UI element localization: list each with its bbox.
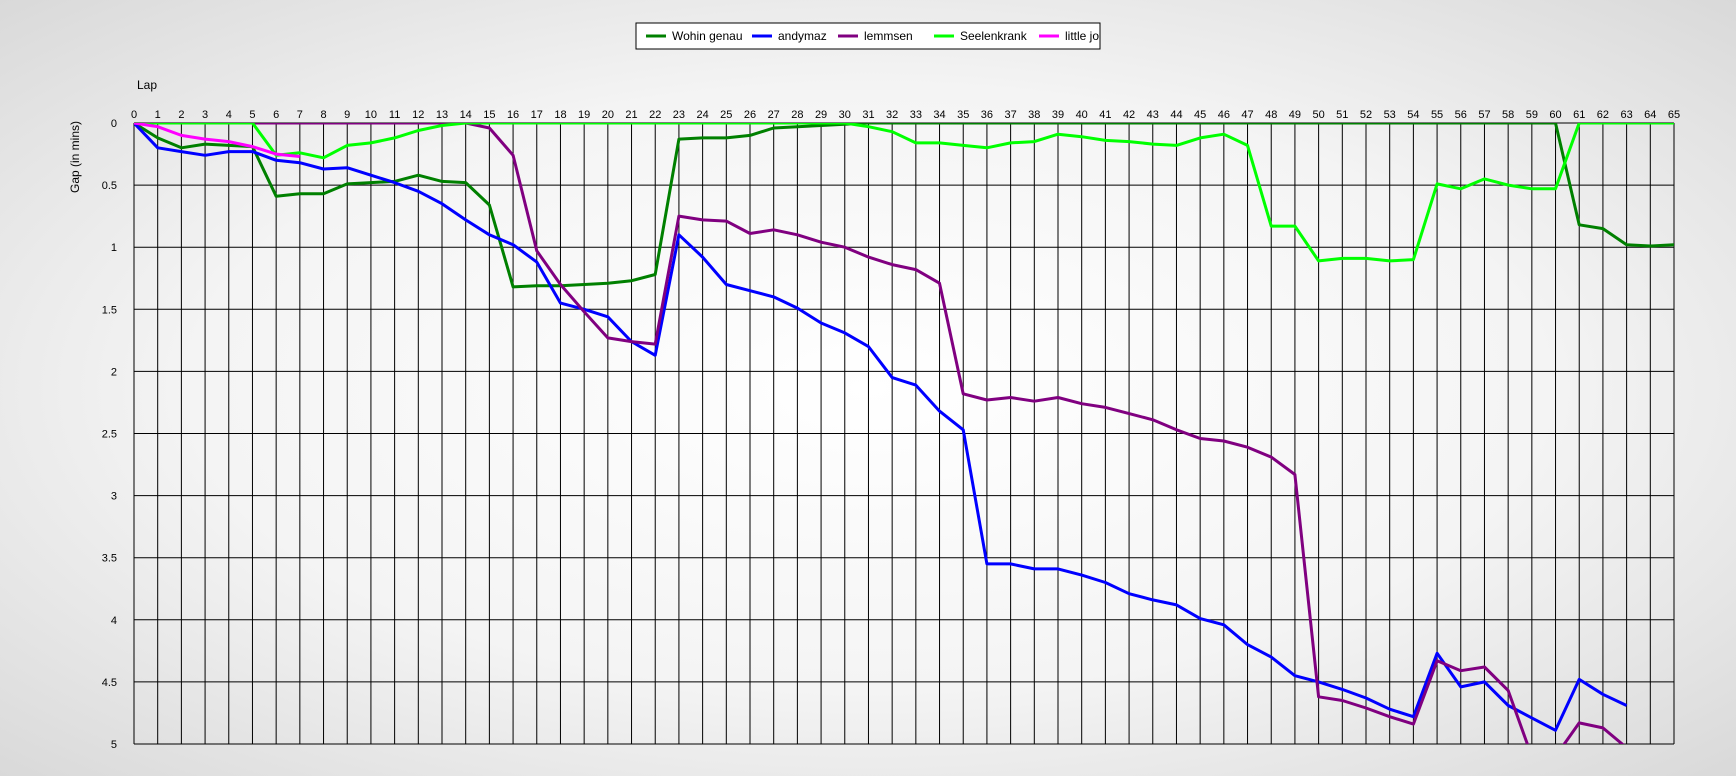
y-tick-label: 1.5 [102, 304, 117, 316]
x-tick-label: 22 [649, 109, 661, 121]
y-axis-title: Gap (in mins) [68, 121, 82, 193]
x-tick-label: 29 [815, 109, 827, 121]
x-tick-label: 44 [1170, 109, 1182, 121]
x-tick-label: 49 [1289, 109, 1301, 121]
series-line-andymaz [134, 123, 1628, 732]
x-tick-label: 24 [696, 109, 708, 121]
x-tick-label: 35 [957, 109, 969, 121]
x-tick-label: 31 [862, 109, 874, 121]
x-tick-label: 65 [1668, 109, 1680, 121]
x-tick-label: 61 [1573, 109, 1585, 121]
x-tick-label: 0 [131, 109, 137, 121]
series-line-wohin-genau [134, 123, 1674, 289]
x-tick-label: 30 [839, 109, 851, 121]
grid [133, 122, 1675, 745]
x-tick-label: 45 [1194, 109, 1206, 121]
x-tick-label: 5 [249, 109, 255, 121]
x-tick-label: 36 [981, 109, 993, 121]
y-tick-label: 3 [111, 491, 117, 503]
x-tick-label: 7 [297, 109, 303, 121]
x-tick-label: 54 [1407, 109, 1419, 121]
x-tick-label: 11 [389, 109, 400, 121]
x-tick-label: 58 [1502, 109, 1514, 121]
x-tick-label: 48 [1265, 109, 1277, 121]
x-tick-label: 39 [1052, 109, 1064, 121]
y-tick-label: 2 [111, 366, 117, 378]
x-tick-label: 38 [1028, 109, 1040, 121]
x-tick-label: 56 [1455, 109, 1467, 121]
x-tick-label: 64 [1644, 109, 1656, 121]
legend-label-andymaz: andymaz [778, 29, 827, 43]
x-tick-label: 20 [602, 109, 614, 121]
x-tick-label: 25 [720, 109, 732, 121]
y-tick-label: 2.5 [102, 429, 117, 441]
x-tick-label: 21 [625, 109, 637, 121]
y-tick-label: 5 [111, 739, 117, 751]
legend-label-wohin-genau: Wohin genau [672, 29, 743, 43]
x-tick-labels: 0 1 2 3 4 5 6 7 8 9 10 11 12 13 14 15 16 17 18 19 20 21 22 23 24… [131, 109, 1680, 121]
x-tick-label: 18 [554, 109, 566, 121]
x-tick-label: 23 [673, 109, 685, 121]
x-tick-label: 52 [1360, 109, 1372, 121]
x-tick-label: 13 [436, 109, 448, 121]
x-tick-label: 32 [886, 109, 898, 121]
x-tick-label: 47 [1241, 109, 1253, 121]
x-tick-label: 19 [578, 109, 590, 121]
x-tick-label: 4 [226, 109, 232, 121]
x-tick-label: 17 [531, 109, 543, 121]
x-tick-label: 55 [1431, 109, 1443, 121]
x-tick-label: 16 [507, 109, 519, 121]
x-tick-label: 63 [1620, 109, 1632, 121]
x-tick-label: 6 [273, 109, 279, 121]
y-tick-label: 0 [111, 118, 117, 130]
x-tick-label: 43 [1147, 109, 1159, 121]
legend-label-little-jo: little jo [1065, 29, 1099, 43]
x-tick-label: 62 [1597, 109, 1609, 121]
x-axis-title: Lap [137, 78, 157, 92]
x-tick-label: 37 [1004, 109, 1016, 121]
series-lines [134, 123, 1674, 744]
x-tick-label: 59 [1526, 109, 1538, 121]
x-tick-label: 12 [412, 109, 424, 121]
x-tick-label: 33 [910, 109, 922, 121]
x-tick-label: 14 [460, 109, 472, 121]
y-tick-label: 4 [111, 615, 117, 627]
gap-line-chart: Wohin genau andymaz lemmsen Seelenkrank litt… [68, 22, 1680, 751]
x-tick-label: 34 [933, 109, 945, 121]
legend-label-lemmsen: lemmsen [864, 29, 913, 43]
x-tick-label: 10 [365, 109, 377, 121]
x-tick-label: 50 [1312, 109, 1324, 121]
y-tick-labels: 0 0.5 1 1.5 2 2.5 3 3.5 4 4.5 5 [102, 118, 117, 751]
x-tick-label: 46 [1218, 109, 1230, 121]
x-tick-label: 57 [1478, 109, 1490, 121]
legend: Wohin genau andymaz lemmsen Seelenkrank litt… [635, 22, 1101, 50]
legend-label-seelenkrank: Seelenkrank [960, 29, 1028, 43]
x-tick-label: 40 [1076, 109, 1088, 121]
y-tick-label: 3.5 [102, 553, 117, 565]
x-tick-label: 41 [1099, 109, 1111, 121]
x-tick-label: 42 [1123, 109, 1135, 121]
x-tick-label: 8 [320, 109, 326, 121]
x-tick-label: 15 [483, 109, 495, 121]
y-tick-label: 4.5 [102, 677, 117, 689]
x-tick-label: 3 [202, 109, 208, 121]
x-tick-label: 9 [344, 109, 350, 121]
x-tick-label: 27 [768, 109, 780, 121]
x-tick-label: 28 [791, 109, 803, 121]
x-tick-label: 60 [1549, 109, 1561, 121]
x-tick-label: 26 [744, 109, 756, 121]
series-line-lemmsen [134, 123, 1625, 744]
series-line-seelenkrank [134, 123, 1674, 263]
x-tick-label: 53 [1384, 109, 1396, 121]
x-tick-label: 1 [155, 109, 161, 121]
x-tick-label: 51 [1336, 109, 1348, 121]
y-tick-label: 1 [111, 242, 117, 254]
y-tick-label: 0.5 [102, 180, 117, 192]
x-tick-label: 2 [178, 109, 184, 121]
